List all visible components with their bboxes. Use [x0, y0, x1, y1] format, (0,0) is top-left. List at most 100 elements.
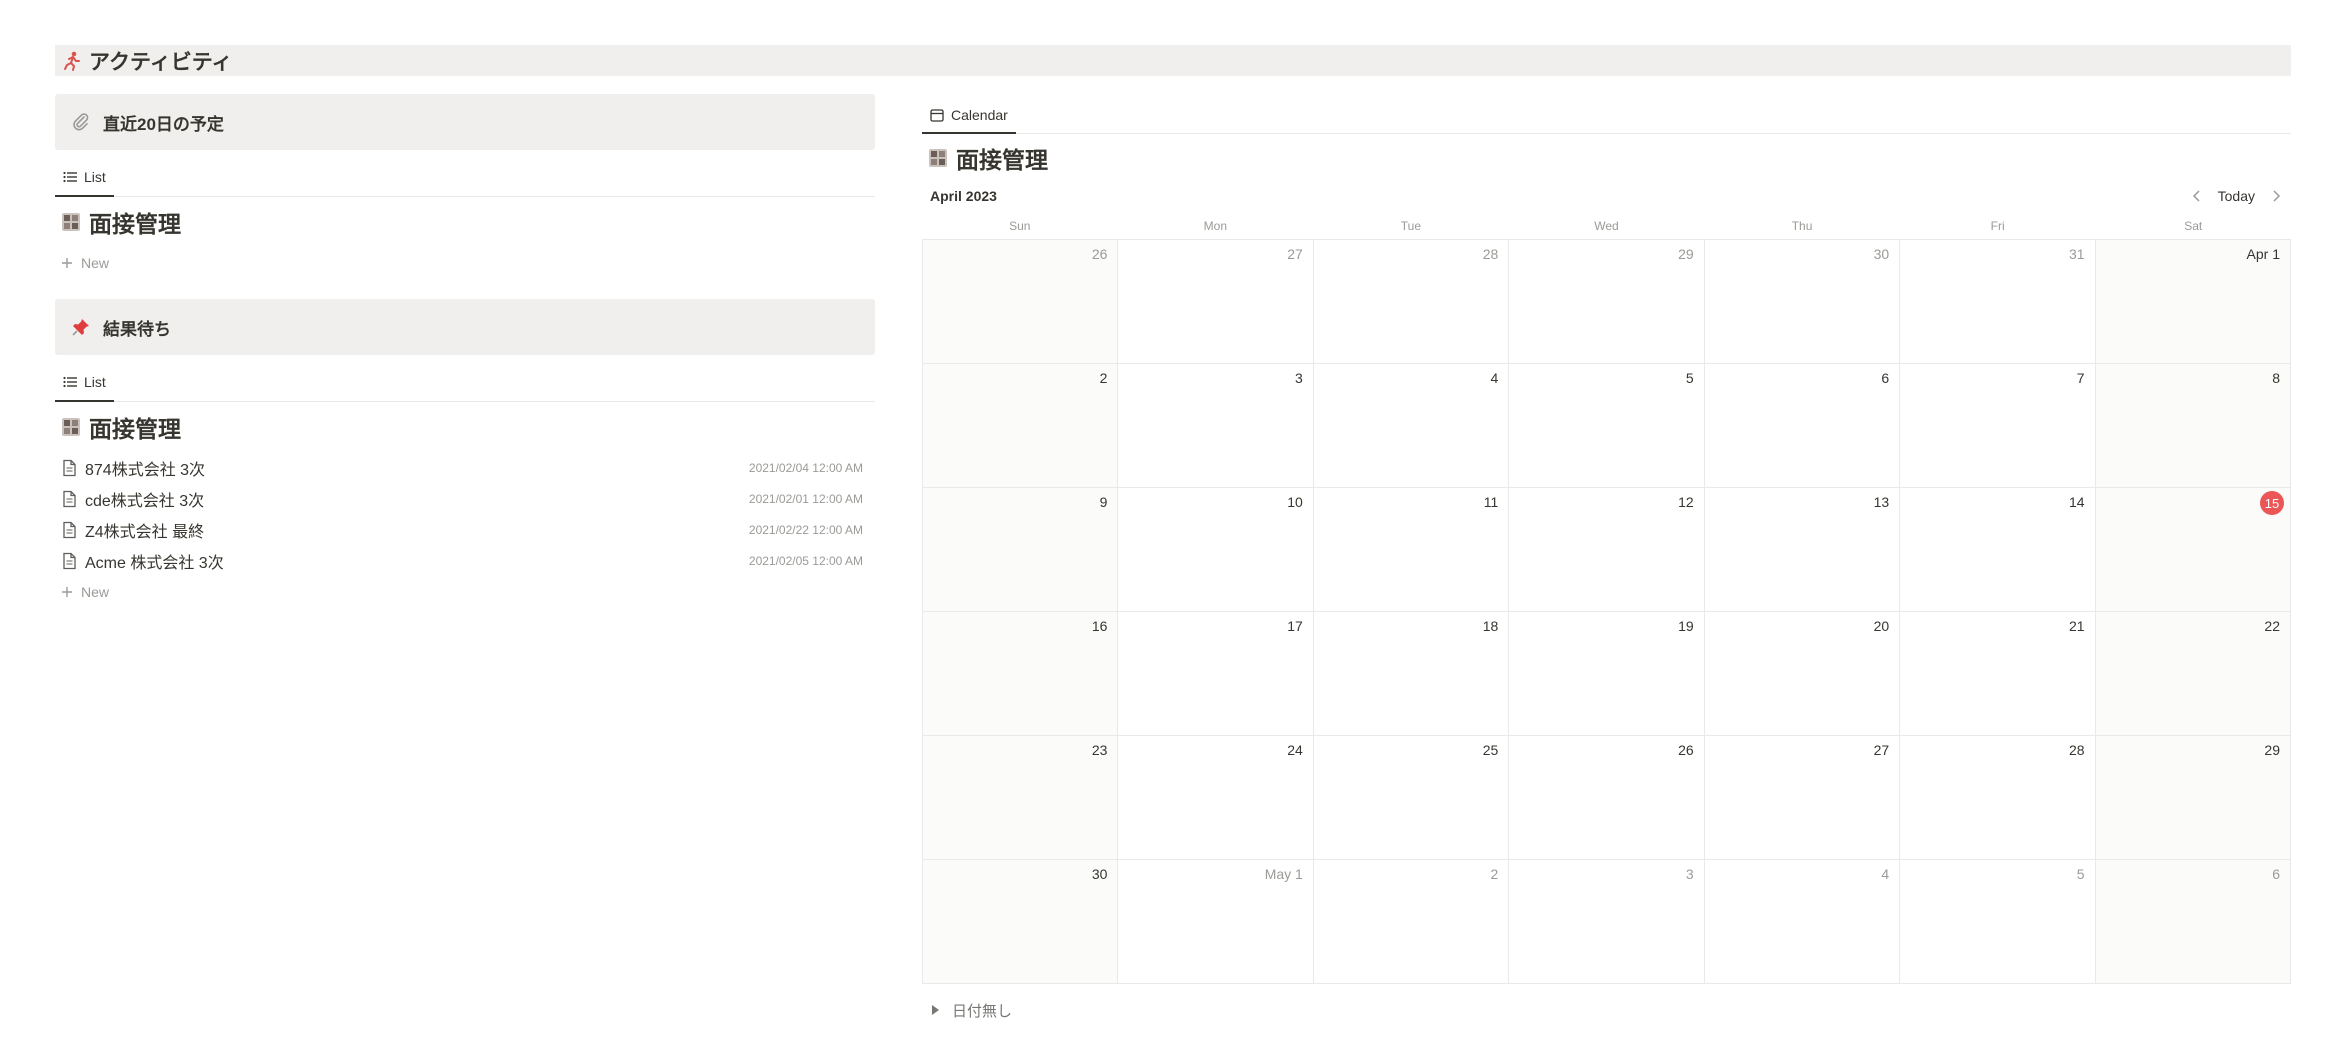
calendar-day-cell[interactable]: 19 [1509, 612, 1705, 736]
calendar-day-cell[interactable]: 5 [1900, 860, 2096, 984]
list-item[interactable]: Acme 株式会社 3次 2021/02/05 12:00 AM [55, 545, 875, 576]
calendar-day-cell[interactable]: 16 [923, 612, 1119, 736]
tab-label: Calendar [951, 107, 1008, 123]
calendar-day-cell[interactable]: 11 [1313, 488, 1510, 612]
day-number: 3 [1295, 370, 1303, 386]
calendar-day-cell[interactable]: 6 [1704, 364, 1901, 488]
calendar-day-cell[interactable]: Apr 1 [2095, 240, 2291, 364]
calendar-day-cell[interactable]: 28 [1313, 240, 1510, 364]
tab-calendar[interactable]: Calendar [922, 107, 1016, 134]
database-title[interactable]: 面接管理 [55, 402, 875, 452]
day-number: 2 [1099, 370, 1108, 386]
no-date-toggle[interactable]: 日付無し [922, 984, 2291, 1036]
runner-icon [61, 50, 83, 72]
calendar-day-cell[interactable]: 26 [923, 240, 1119, 364]
day-number: May 1 [1264, 866, 1303, 882]
calendar-day-cell[interactable]: 28 [1900, 736, 2096, 860]
calendar-day-cell[interactable]: 26 [1509, 736, 1705, 860]
plus-icon [61, 586, 73, 598]
calendar-day-cell[interactable]: 9 [923, 488, 1119, 612]
list-icon [63, 376, 77, 388]
calendar-day-cell[interactable]: 17 [1118, 612, 1314, 736]
day-number: 28 [2068, 742, 2085, 758]
day-number: 10 [1287, 494, 1303, 510]
new-label: New [81, 584, 110, 600]
weekday-label: Sat [2184, 219, 2203, 233]
calendar-day-cell[interactable]: 25 [1313, 736, 1510, 860]
calendar-day-cell[interactable]: 3 [1509, 860, 1705, 984]
calendar-day-cell[interactable]: 31 [1900, 240, 2096, 364]
day-number: 12 [1678, 494, 1694, 510]
day-number: 18 [1482, 618, 1499, 634]
list-item-date: 2021/02/05 12:00 AM [748, 553, 863, 568]
chevron-left-icon[interactable] [2190, 189, 2204, 203]
database-name: 面接管理 [89, 416, 181, 442]
calendar-day-cell[interactable]: 3 [1118, 364, 1314, 488]
calendar-day-cell[interactable]: 15 [2095, 488, 2291, 612]
calendar-day-cell[interactable]: 5 [1509, 364, 1705, 488]
list-item[interactable]: 874株式会社 3次 2021/02/04 12:00 AM [55, 452, 875, 483]
page-icon [61, 490, 77, 508]
calendar-day-cell[interactable]: 6 [2095, 860, 2291, 984]
calendar-day-cell[interactable]: 20 [1704, 612, 1901, 736]
weekday-label: Sun [1009, 219, 1031, 233]
calendar-view: Calendar 面接管理 April 2023 Today Sun Mon Tue… [922, 95, 2291, 1036]
day-number: 29 [2264, 742, 2280, 758]
today-button[interactable]: Today [2218, 188, 2255, 204]
calendar-day-cell[interactable]: 30 [1704, 240, 1901, 364]
day-number: 31 [2068, 246, 2085, 262]
calendar-day-cell[interactable]: 14 [1900, 488, 2096, 612]
day-number: 27 [1287, 246, 1303, 262]
calendar-day-cell[interactable]: May 1 [1118, 860, 1314, 984]
list-item-title: Z4株式会社 最終 [85, 523, 205, 541]
database-title[interactable]: 面接管理 [922, 137, 2291, 179]
calendar-day-cell[interactable]: 7 [1900, 364, 2096, 488]
calendar-day-cell[interactable]: 23 [923, 736, 1119, 860]
weekday-header: Sun Mon Tue Wed Thu Fri Sat [922, 213, 2291, 240]
chevron-right-icon[interactable] [2269, 189, 2283, 203]
calendar-day-cell[interactable]: 27 [1118, 240, 1314, 364]
calendar-day-cell[interactable]: 10 [1118, 488, 1314, 612]
tab-label: List [84, 374, 106, 390]
list-item[interactable]: cde株式会社 3次 2021/02/01 12:00 AM [55, 483, 875, 514]
day-number: 4 [1881, 866, 1890, 882]
new-item-button[interactable]: New [55, 576, 875, 608]
database-icon [928, 148, 948, 168]
tab-label: List [84, 169, 106, 185]
view-tabs: Calendar [922, 95, 2291, 134]
calendar-day-cell[interactable]: 22 [2095, 612, 2291, 736]
calendar-day-cell[interactable]: 21 [1900, 612, 2096, 736]
tab-list[interactable]: List [55, 374, 114, 402]
page-title: アクティビティ [89, 50, 233, 74]
database-icon [61, 417, 81, 437]
calendar-day-cell[interactable]: 2 [1313, 860, 1510, 984]
callout-upcoming: 直近20日の予定 [55, 94, 875, 150]
calendar-day-cell[interactable]: 24 [1118, 736, 1314, 860]
database-title[interactable]: 面接管理 [55, 197, 875, 247]
calendar-day-cell[interactable]: 29 [1509, 240, 1705, 364]
tab-list[interactable]: List [55, 169, 114, 197]
list-item[interactable]: Z4株式会社 最終 2021/02/22 12:00 AM [55, 514, 875, 545]
day-number: 30 [1873, 246, 1890, 262]
day-number: 26 [1091, 246, 1108, 262]
database-icon [61, 212, 81, 232]
day-number: 26 [1678, 742, 1694, 758]
calendar-day-cell[interactable]: 13 [1704, 488, 1901, 612]
calendar-day-cell[interactable]: 12 [1509, 488, 1705, 612]
view-tabs: List [55, 150, 875, 197]
calendar-day-cell[interactable]: 4 [1313, 364, 1510, 488]
calendar-day-cell[interactable]: 27 [1704, 736, 1901, 860]
calendar-day-cell[interactable]: 2 [923, 364, 1119, 488]
calendar-day-cell[interactable]: 4 [1704, 860, 1901, 984]
callout-label: 直近20日の予定 [103, 114, 224, 134]
day-number: 28 [1482, 246, 1499, 262]
day-number: 6 [1881, 370, 1890, 386]
day-number: 16 [1091, 618, 1108, 634]
day-number: 5 [2076, 866, 2085, 882]
calendar-day-cell[interactable]: 30 [923, 860, 1119, 984]
calendar-day-cell[interactable]: 29 [2095, 736, 2291, 860]
calendar-day-cell[interactable]: 18 [1313, 612, 1510, 736]
calendar-day-cell[interactable]: 8 [2095, 364, 2291, 488]
day-number: 9 [1099, 494, 1108, 510]
new-item-button[interactable]: New [55, 247, 875, 279]
